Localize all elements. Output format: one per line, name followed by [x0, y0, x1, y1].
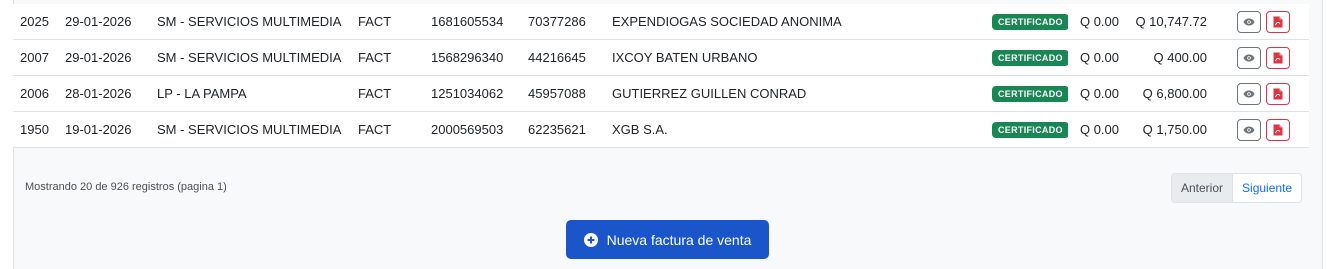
- download-pdf-button[interactable]: [1265, 10, 1290, 33]
- eye-icon: [1243, 18, 1254, 25]
- invoice-tax-cell: Q 0.00: [1068, 39, 1131, 76]
- file-pdf-icon: [1273, 52, 1282, 63]
- invoice-id-cell: 2025: [13, 4, 65, 40]
- status-badge: CERTIFICADO: [992, 86, 1068, 102]
- invoice-date-cell: 28-01-2026: [65, 75, 157, 112]
- status-badge: CERTIFICADO: [992, 14, 1068, 30]
- invoice-branch-cell: SM - SERVICIOS MULTIMEDIA: [157, 39, 358, 76]
- new-invoice-button[interactable]: Nueva factura de venta: [566, 220, 769, 259]
- invoice-doc-type-cell: FACT: [358, 4, 431, 40]
- invoices-table: 2025 29-01-2026 SM - SERVICIOS MULTIMEDIA F…: [13, 4, 1309, 148]
- invoice-date-cell: 29-01-2026: [65, 4, 157, 40]
- eye-icon: [1243, 54, 1254, 61]
- invoice-actions-cell: [1217, 75, 1309, 112]
- view-invoice-button[interactable]: [1236, 82, 1261, 105]
- invoice-tax-cell: Q 0.00: [1068, 75, 1131, 112]
- invoice-total-cell: Q 6,800.00: [1131, 75, 1217, 112]
- invoice-id-cell: 2006: [13, 75, 65, 112]
- invoice-number-cell: 1681605534: [431, 4, 528, 40]
- invoice-doc-type-cell: FACT: [358, 75, 431, 112]
- pagination-previous-button[interactable]: Anterior: [1172, 174, 1234, 202]
- invoice-doc-type-cell: FACT: [358, 111, 431, 148]
- invoice-nit-cell: 70377286: [528, 4, 612, 40]
- invoice-branch-cell: SM - SERVICIOS MULTIMEDIA: [157, 111, 358, 148]
- invoice-actions-cell: [1217, 39, 1309, 76]
- new-invoice-label: Nueva factura de venta: [606, 231, 752, 248]
- invoice-client-cell: EXPENDIOGAS SOCIEDAD ANONIMA: [612, 4, 992, 40]
- invoice-nit-cell: 62235621: [528, 111, 612, 148]
- invoice-client-cell: XGB S.A.: [612, 111, 992, 148]
- invoice-date-cell: 29-01-2026: [65, 39, 157, 76]
- invoice-date-cell: 19-01-2026: [65, 111, 157, 148]
- invoice-id-cell: 2007: [13, 39, 65, 76]
- status-badge: CERTIFICADO: [992, 50, 1068, 66]
- invoice-branch-cell: SM - SERVICIOS MULTIMEDIA: [157, 4, 358, 40]
- table-row: 1950 19-01-2026 SM - SERVICIOS MULTIMEDIA F…: [13, 111, 1309, 148]
- invoice-doc-type-cell: FACT: [358, 39, 431, 76]
- invoice-total-cell: Q 1,750.00: [1131, 111, 1217, 148]
- eye-icon: [1243, 126, 1254, 133]
- download-pdf-button[interactable]: [1265, 118, 1290, 141]
- invoices-table-body: 2025 29-01-2026 SM - SERVICIOS MULTIMEDIA F…: [13, 4, 1309, 148]
- pagination-next-button[interactable]: Siguiente: [1233, 174, 1302, 202]
- invoice-tax-cell: Q 0.00: [1068, 111, 1131, 148]
- view-invoice-button[interactable]: [1236, 10, 1261, 33]
- table-row: 2007 29-01-2026 SM - SERVICIOS MULTIMEDIA F…: [13, 39, 1309, 76]
- table-row: 2006 28-01-2026 LP - LA PAMPA FACT 125103406…: [13, 75, 1309, 112]
- invoice-number-cell: 1251034062: [431, 75, 528, 112]
- invoice-actions-cell: [1217, 111, 1309, 148]
- invoice-status-cell: CERTIFICADO: [992, 39, 1068, 76]
- file-pdf-icon: [1273, 16, 1282, 27]
- status-badge: CERTIFICADO: [992, 122, 1068, 138]
- view-invoice-button[interactable]: [1236, 118, 1261, 141]
- view-invoice-button[interactable]: [1236, 46, 1261, 69]
- invoices-table-wrap: 2025 29-01-2026 SM - SERVICIOS MULTIMEDIA F…: [13, 4, 1309, 148]
- invoice-id-cell: 1950: [13, 111, 65, 148]
- invoice-client-cell: IXCOY BATEN URBANO: [612, 39, 992, 76]
- pagination: Anterior Siguiente: [1171, 173, 1303, 203]
- plus-circle-icon: [583, 232, 598, 247]
- invoice-actions-cell: [1217, 4, 1309, 40]
- records-summary: Mostrando 20 de 926 registros (pagina 1): [25, 181, 227, 193]
- invoice-status-cell: CERTIFICADO: [992, 111, 1068, 148]
- download-pdf-button[interactable]: [1265, 46, 1290, 69]
- invoice-total-cell: Q 400.00: [1131, 39, 1217, 76]
- invoice-nit-cell: 45957088: [528, 75, 612, 112]
- invoice-number-cell: 2000569503: [431, 111, 528, 148]
- download-pdf-button[interactable]: [1265, 82, 1290, 105]
- invoice-tax-cell: Q 0.00: [1068, 4, 1131, 40]
- invoice-branch-cell: LP - LA PAMPA: [157, 75, 358, 112]
- invoice-total-cell: Q 10,747.72: [1131, 4, 1217, 40]
- invoice-client-cell: GUTIERREZ GUILLEN CONRAD: [612, 75, 992, 112]
- invoice-status-cell: CERTIFICADO: [992, 75, 1068, 112]
- file-pdf-icon: [1273, 88, 1282, 99]
- invoice-status-cell: CERTIFICADO: [992, 4, 1068, 40]
- invoice-nit-cell: 44216645: [528, 39, 612, 76]
- file-pdf-icon: [1273, 124, 1282, 135]
- table-row: 2025 29-01-2026 SM - SERVICIOS MULTIMEDIA F…: [13, 4, 1309, 40]
- eye-icon: [1243, 90, 1254, 97]
- invoice-number-cell: 1568296340: [431, 39, 528, 76]
